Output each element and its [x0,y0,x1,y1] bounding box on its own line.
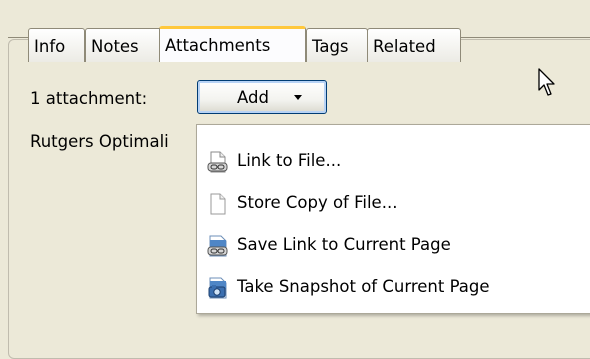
add-button[interactable]: Add [197,80,327,114]
menu-item-save-link[interactable]: Save Link to Current Page [197,225,590,263]
snapshot-icon [208,277,227,299]
menu-item-label: Take Snapshot of Current Page [237,277,490,296]
menu-item-label: Store Copy of File... [237,193,398,212]
linked-file-icon [207,151,228,173]
attachment-count-label: 1 attachment: [30,89,148,108]
blank-document-icon [210,193,226,215]
menu-item-label: Link to File... [237,151,342,170]
tab-notes[interactable]: Notes [85,28,169,62]
attachment-item-title[interactable]: Rutgers Optimali [30,132,169,151]
add-button-label: Add [237,87,269,107]
tab-tags[interactable]: Tags [306,28,368,62]
mouse-cursor-icon [538,68,555,96]
menu-item-label: Save Link to Current Page [237,235,451,254]
menu-item-store-copy[interactable]: Store Copy of File... [197,183,590,221]
chevron-down-icon [294,95,302,100]
web-link-icon [207,235,228,257]
menu-item-take-snapshot[interactable]: Take Snapshot of Current Page [197,267,590,305]
menu-item-link-to-file[interactable]: Link to File... [197,141,590,179]
tab-info[interactable]: Info [28,28,85,62]
tab-related[interactable]: Related [367,28,461,62]
tab-attachments[interactable]: Attachments [159,26,306,62]
add-attachment-menu: Link to File... Store Copy of File... Sa… [196,124,590,314]
